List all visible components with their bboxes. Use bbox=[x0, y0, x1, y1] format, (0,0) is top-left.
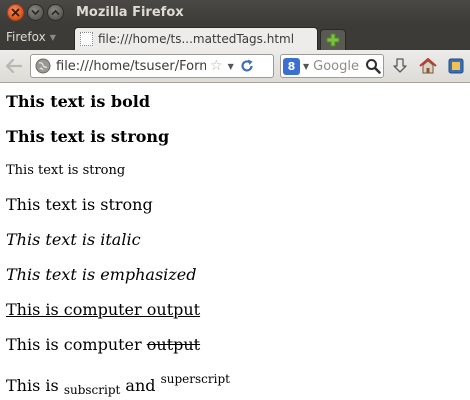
back-arrow-icon bbox=[6, 59, 22, 73]
normal-text: This text is strong bbox=[6, 195, 153, 214]
back-button[interactable] bbox=[0, 50, 28, 83]
underlined-computer-output: This is computer output bbox=[6, 300, 201, 319]
page-content: This text is bold This text is strong Th… bbox=[0, 84, 470, 400]
star-icon[interactable]: ☆ bbox=[210, 58, 223, 74]
subscript-text: subscript bbox=[63, 383, 121, 397]
superscript-text: superscript bbox=[160, 372, 230, 386]
new-tab-button[interactable] bbox=[320, 29, 346, 50]
home-button[interactable] bbox=[416, 54, 440, 78]
magnifier-icon[interactable] bbox=[365, 58, 381, 74]
window-titlebar: Mozilla Firefox bbox=[0, 0, 470, 24]
tab-title: file:///home/ts...mattedTags.html bbox=[98, 32, 295, 46]
bold-text: This text is bold bbox=[6, 92, 151, 111]
addon-button[interactable] bbox=[444, 54, 468, 78]
firefox-menu-button[interactable]: Firefox ▼ bbox=[0, 24, 74, 50]
addon-icon bbox=[448, 58, 464, 74]
close-icon[interactable] bbox=[7, 3, 24, 21]
page-icon bbox=[80, 32, 93, 46]
firefox-menu-label: Firefox bbox=[6, 30, 46, 44]
strong-text: This text is strong bbox=[6, 127, 170, 146]
window-controls bbox=[7, 3, 64, 21]
italic-text: This text is italic bbox=[6, 230, 141, 249]
reload-icon[interactable] bbox=[239, 58, 255, 74]
address-bar[interactable]: file:///home/tsuser/Form ☆ ▼ bbox=[30, 54, 274, 78]
search-input[interactable]: Google bbox=[313, 59, 365, 74]
small-text: This text is strong bbox=[6, 163, 126, 178]
search-engine-dropdown-icon[interactable]: ▼ bbox=[303, 62, 309, 71]
window-title: Mozilla Firefox bbox=[76, 4, 184, 20]
download-arrow-icon bbox=[393, 58, 407, 73]
subscript-superscript-line: This is subscript and superscript bbox=[6, 372, 230, 397]
maximize-icon[interactable] bbox=[47, 3, 64, 21]
url-input[interactable]: file:///home/tsuser/Form bbox=[56, 59, 206, 74]
tab-bar: Firefox ▼ file:///home/ts...mattedTags.h… bbox=[0, 24, 470, 50]
struck-output: output bbox=[146, 335, 201, 354]
search-engine-icon[interactable]: 8 bbox=[283, 57, 300, 75]
chevron-down-icon: ▼ bbox=[49, 32, 56, 42]
navigation-toolbar: file:///home/tsuser/Form ☆ ▼ 8 ▼ Google bbox=[0, 50, 470, 83]
strikethrough-line: This is computer output bbox=[6, 335, 200, 354]
subsup-prefix: This is bbox=[6, 376, 64, 395]
subsup-and: and bbox=[120, 376, 161, 395]
downloads-button[interactable] bbox=[388, 54, 412, 78]
tab-active[interactable]: file:///home/ts...mattedTags.html bbox=[74, 27, 318, 50]
globe-icon bbox=[35, 58, 51, 74]
home-icon bbox=[419, 58, 437, 74]
emphasized-text: This text is emphasized bbox=[6, 265, 197, 284]
url-dropdown-icon[interactable]: ▼ bbox=[228, 62, 234, 71]
search-bar[interactable]: 8 ▼ Google bbox=[280, 54, 384, 78]
plus-icon bbox=[326, 33, 340, 47]
computer-output-prefix: This is computer bbox=[6, 335, 147, 354]
minimize-icon[interactable] bbox=[27, 3, 44, 21]
